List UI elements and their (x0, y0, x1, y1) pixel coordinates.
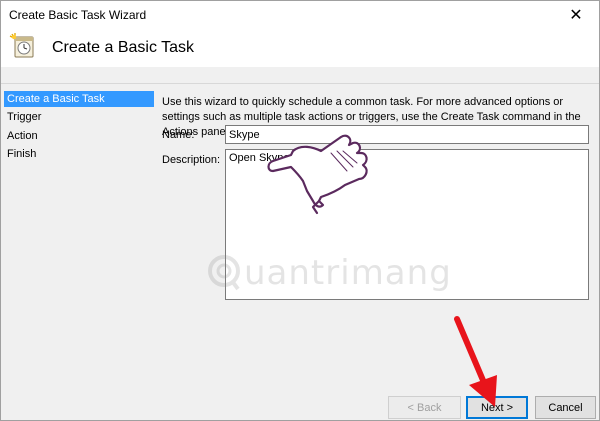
name-field[interactable] (225, 125, 589, 144)
red-arrow-icon (454, 316, 497, 407)
nav-item-finish[interactable]: Finish (4, 146, 154, 162)
name-label: Name: (162, 129, 195, 141)
close-icon[interactable]: ✕ (553, 1, 599, 29)
watermark-logo-icon (208, 255, 240, 291)
header-divider (1, 83, 599, 84)
scheduled-task-icon (9, 33, 34, 58)
description-label: Description: (162, 154, 221, 166)
watermark: uantrimang (206, 251, 466, 301)
page-title: Create a Basic Task (52, 39, 194, 56)
nav-item-create-basic-task[interactable]: Create a Basic Task (4, 91, 154, 107)
watermark-text: uantrimang (244, 253, 452, 293)
wizard-window: Create Basic Task Wizard ✕ Create a Basi… (0, 0, 600, 421)
nav-item-action[interactable]: Action (4, 128, 154, 144)
window-title: Create Basic Task Wizard (9, 8, 147, 22)
next-button[interactable]: Next > (466, 396, 528, 419)
nav-item-trigger[interactable]: Trigger (4, 109, 154, 125)
wizard-steps-nav: Create a Basic Task Trigger Action Finis… (1, 91, 157, 391)
cancel-button[interactable]: Cancel (535, 396, 596, 419)
wizard-header: Create a Basic Task (1, 29, 599, 67)
title-bar: Create Basic Task Wizard ✕ (1, 1, 599, 29)
back-button[interactable]: < Back (388, 396, 461, 419)
